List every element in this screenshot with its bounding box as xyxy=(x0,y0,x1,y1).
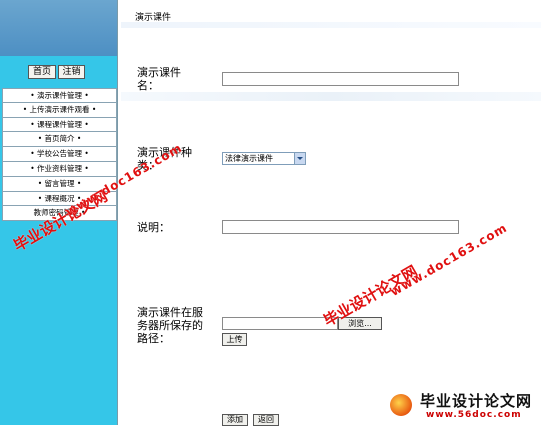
menu-item-upload-courseware[interactable]: • 上传演示课件观看 • xyxy=(2,102,117,118)
add-button[interactable]: 添加 xyxy=(222,414,248,426)
logo-icon xyxy=(390,394,412,416)
corner-logo: 毕业设计论文网 www.56doc.com xyxy=(380,386,547,425)
courseware-name-input[interactable] xyxy=(222,72,459,86)
description-label: 说明： xyxy=(137,221,170,234)
corner-logo-url: www.56doc.com xyxy=(426,410,522,420)
sidebar-banner xyxy=(0,0,117,56)
main-content: 演示课件 演示课件名： 演示课件种类： 法律演示课件 说明： 演示课件在服务器所… xyxy=(119,0,547,426)
logout-button[interactable]: 注销 xyxy=(58,65,85,79)
menu-item-notice-manage[interactable]: • 学校公告管理 • xyxy=(2,147,117,162)
menu-item-courseware-manage[interactable]: • 演示课件管理 • xyxy=(2,88,117,103)
home-button[interactable]: 首页 xyxy=(28,65,56,79)
description-input[interactable] xyxy=(222,220,459,234)
courseware-kind-value: 法律演示课件 xyxy=(225,154,273,163)
menu-item-home-intro[interactable]: • 首页简介 • xyxy=(2,132,117,148)
courseware-name-label: 演示课件名： xyxy=(137,66,181,92)
upload-button[interactable]: 上传 xyxy=(222,333,247,346)
menu-item-homework-manage[interactable]: • 作业资料管理 • xyxy=(2,161,117,177)
back-button[interactable]: 返回 xyxy=(253,414,279,426)
file-path-input[interactable] xyxy=(222,317,338,330)
courseware-kind-select[interactable]: 法律演示课件 xyxy=(222,152,306,165)
server-path-label: 演示课件在服务器所保存的路径： xyxy=(137,306,203,345)
title-band xyxy=(121,22,541,28)
corner-logo-text: 毕业设计论文网 xyxy=(420,392,533,410)
chevron-down-icon[interactable] xyxy=(294,153,305,164)
menu-item-course-manage[interactable]: • 课程课件管理 • xyxy=(2,117,117,133)
decorative-stripe xyxy=(121,92,541,101)
